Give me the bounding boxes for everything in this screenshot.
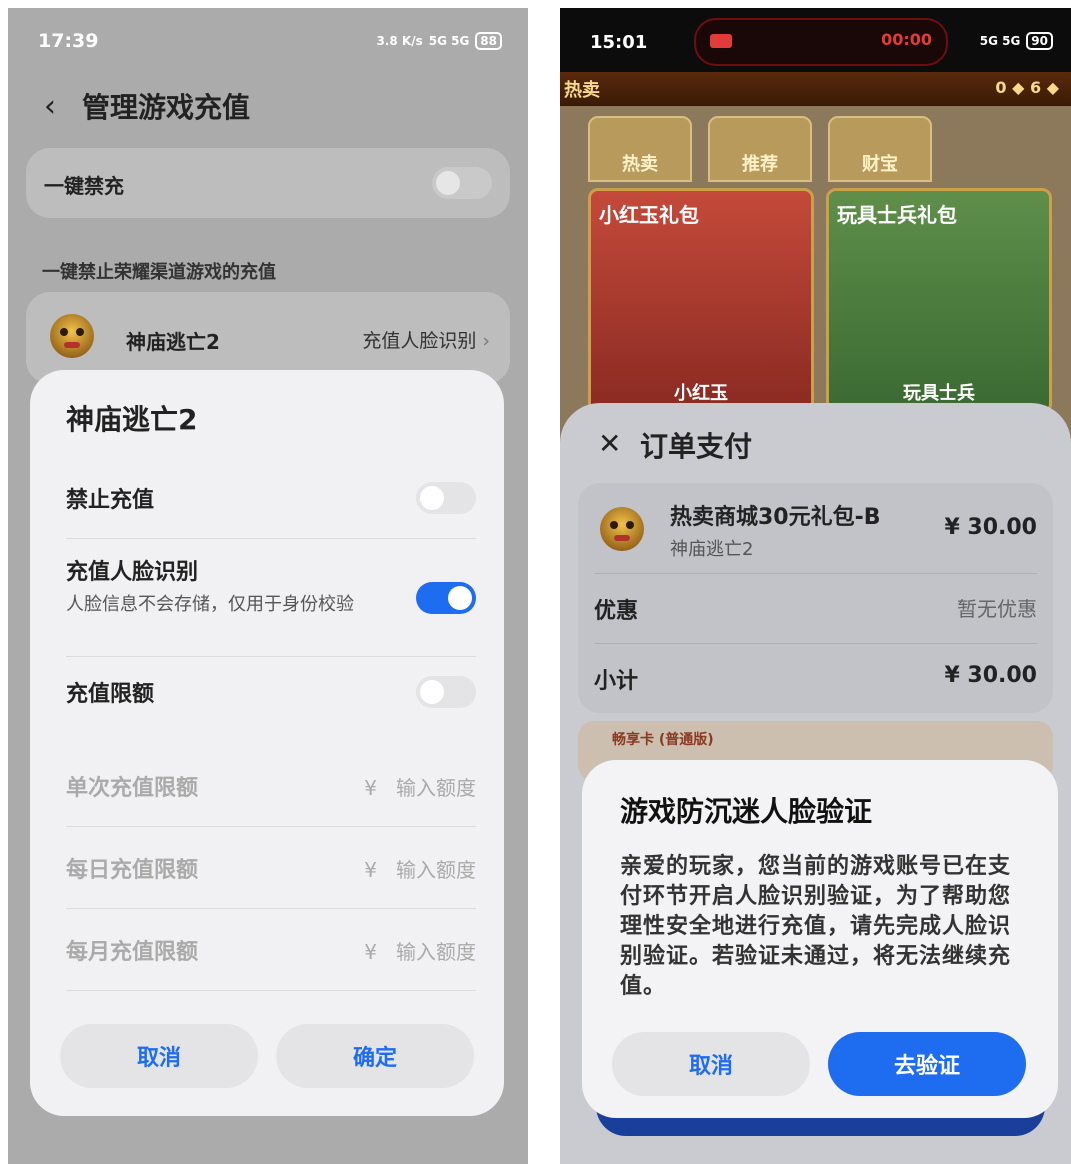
discount-value: 暂无优惠	[957, 597, 1037, 621]
currency-symbol: ¥	[364, 776, 377, 800]
limit-monthly-input[interactable]: ¥ 输入额度	[364, 936, 476, 965]
status-time: 15:01	[590, 32, 648, 53]
tab-hot-label: 热卖	[622, 154, 658, 175]
tab-hot[interactable]: 热卖	[588, 116, 692, 182]
limit-monthly-row[interactable]: 每月充值限额 ¥ 输入额度	[66, 934, 476, 966]
cancel-button[interactable]: 取消	[60, 1024, 258, 1088]
face-toggle[interactable]	[416, 582, 476, 614]
battery-icon: 88	[475, 32, 502, 50]
order-card: 热卖商城30元礼包-B 神庙逃亡2 ¥ 30.00 优惠 暂无优惠 小计 ¥ 3…	[578, 483, 1053, 713]
shop-header: 热卖 0 ◆ 6 ◆	[560, 72, 1071, 106]
limit-single-placeholder: 输入额度	[396, 776, 476, 800]
tab-treasure[interactable]: 财宝	[828, 116, 932, 182]
screen-record-pill[interactable]: 00:00	[694, 18, 948, 66]
back-icon[interactable]: ‹	[44, 89, 56, 124]
subtotal-label: 小计	[594, 669, 639, 694]
game-settings-sheet: 神庙逃亡2 禁止充值 充值人脸识别 人脸信息不会存储，仅用于身份校验 充值限额 …	[30, 370, 504, 1116]
battery-icon: 90	[1026, 32, 1053, 50]
divider	[66, 538, 476, 539]
forbid-toggle[interactable]	[416, 482, 476, 514]
limit-single-row[interactable]: 单次充值限额 ¥ 输入额度	[66, 770, 476, 802]
tab-recommend[interactable]: 推荐	[708, 116, 812, 182]
pack-card[interactable]: 小红玉礼包 小红玉	[588, 188, 814, 414]
limit-single-label: 单次充值限额	[66, 776, 199, 801]
shop-currency: 0 ◆ 6 ◆	[995, 78, 1059, 97]
limit-single-input[interactable]: ¥ 输入额度	[364, 772, 476, 801]
limit-daily-placeholder: 输入额度	[396, 858, 476, 882]
coupon-label: 畅享卡 (普通版)	[612, 732, 714, 748]
section-label: 一键禁止荣耀渠道游戏的充值	[42, 262, 276, 283]
item-row: 热卖商城30元礼包-B 神庙逃亡2 ¥ 30.00	[670, 499, 1037, 561]
dialog-cancel-button[interactable]: 取消	[612, 1032, 810, 1096]
currency-symbol: ¥	[364, 858, 377, 882]
item-price: ¥ 30.00	[944, 515, 1037, 540]
limit-label: 充值限额	[66, 682, 155, 707]
order-title: 订单支付	[640, 430, 753, 463]
subtotal-value: ¥ 30.00	[944, 663, 1037, 688]
tab-treasure-label: 财宝	[862, 154, 898, 175]
divider	[594, 573, 1037, 574]
tab-recommend-label: 推荐	[742, 154, 778, 175]
pack-card[interactable]: 玩具士兵礼包 玩具士兵	[826, 188, 1052, 414]
limit-daily-input[interactable]: ¥ 输入额度	[364, 854, 476, 883]
status-icons: 3.8 K/s 5G 5G 88	[376, 32, 502, 50]
forbid-row: 禁止充值	[66, 482, 476, 514]
divider	[66, 990, 476, 991]
divider	[594, 643, 1037, 644]
left-phone-screen: 17:39 3.8 K/s 5G 5G 88 ‹ 管理游戏充值 一键禁充 一键禁…	[8, 8, 528, 1164]
limit-toggle[interactable]	[416, 676, 476, 708]
pack-name: 玩具士兵	[903, 383, 975, 404]
divider	[66, 656, 476, 657]
limit-monthly-placeholder: 输入额度	[396, 940, 476, 964]
game-action-label: 充值人脸识别	[362, 330, 477, 352]
forbid-label: 禁止充值	[66, 488, 155, 513]
discount-label: 优惠	[594, 599, 639, 624]
confirm-button[interactable]: 确定	[276, 1024, 474, 1088]
discount-row[interactable]: 优惠 暂无优惠	[594, 593, 1037, 625]
record-icon	[710, 34, 732, 48]
close-icon[interactable]: ✕	[598, 427, 621, 460]
status-time: 17:39	[38, 30, 99, 52]
record-time: 00:00	[881, 30, 932, 49]
limit-row: 充值限额	[66, 676, 476, 708]
one-key-card: 一键禁充	[26, 148, 510, 218]
right-phone-screen: 15:01 00:00 5G 5G 90 热卖 0 ◆ 6 ◆ 热卖 推荐 财宝…	[560, 8, 1071, 1164]
face-row: 充值人脸识别 人脸信息不会存储，仅用于身份校验	[66, 554, 476, 618]
dialog-title: 游戏防沉迷人脸验证	[620, 795, 873, 828]
signal-icon: 5G 5G	[428, 34, 470, 48]
sheet-title: 神庙逃亡2	[66, 403, 198, 436]
one-key-label: 一键禁充	[44, 174, 124, 198]
net-speed: 3.8 K/s	[376, 34, 423, 48]
verify-button[interactable]: 去验证	[828, 1032, 1026, 1096]
face-label: 充值人脸识别	[66, 560, 199, 585]
limit-daily-row[interactable]: 每日充值限额 ¥ 输入额度	[66, 852, 476, 884]
currency-symbol: ¥	[364, 940, 377, 964]
game-icon	[50, 314, 94, 358]
page-title: 管理游戏充值	[82, 91, 251, 124]
limit-monthly-label: 每月充值限额	[66, 940, 199, 965]
pack-name: 小红玉	[674, 383, 728, 404]
face-sub: 人脸信息不会存储，仅用于身份校验	[66, 594, 354, 615]
subtotal-row: 小计 ¥ 30.00	[594, 663, 1037, 695]
status-bar: 17:39 3.8 K/s 5G 5G 88	[8, 8, 528, 76]
page-header: ‹ 管理游戏充值	[44, 86, 250, 126]
dialog-body: 亲爱的玩家，您当前的游戏账号已在支付环节开启人脸识别验证，为了帮助您理性安全地进…	[620, 854, 1012, 999]
limit-daily-label: 每日充值限额	[66, 858, 199, 883]
shop-title: 热卖	[564, 80, 600, 101]
chevron-right-icon: ›	[482, 330, 490, 352]
one-key-toggle[interactable]	[432, 167, 492, 199]
pack-title: 玩具士兵礼包	[837, 203, 957, 227]
face-verify-dialog: 游戏防沉迷人脸验证 亲爱的玩家，您当前的游戏账号已在支付环节开启人脸识别验证，为…	[582, 760, 1058, 1118]
divider	[66, 908, 476, 909]
game-name: 神庙逃亡2	[126, 330, 220, 354]
signal-icon: 5G 5G	[979, 34, 1021, 48]
game-action: 充值人脸识别 ›	[362, 326, 490, 353]
pack-title: 小红玉礼包	[599, 203, 699, 227]
status-icons: 5G 5G 90	[980, 32, 1053, 50]
divider	[66, 826, 476, 827]
game-icon	[600, 507, 644, 551]
status-bar: 15:01 00:00 5G 5G 90	[560, 8, 1071, 72]
